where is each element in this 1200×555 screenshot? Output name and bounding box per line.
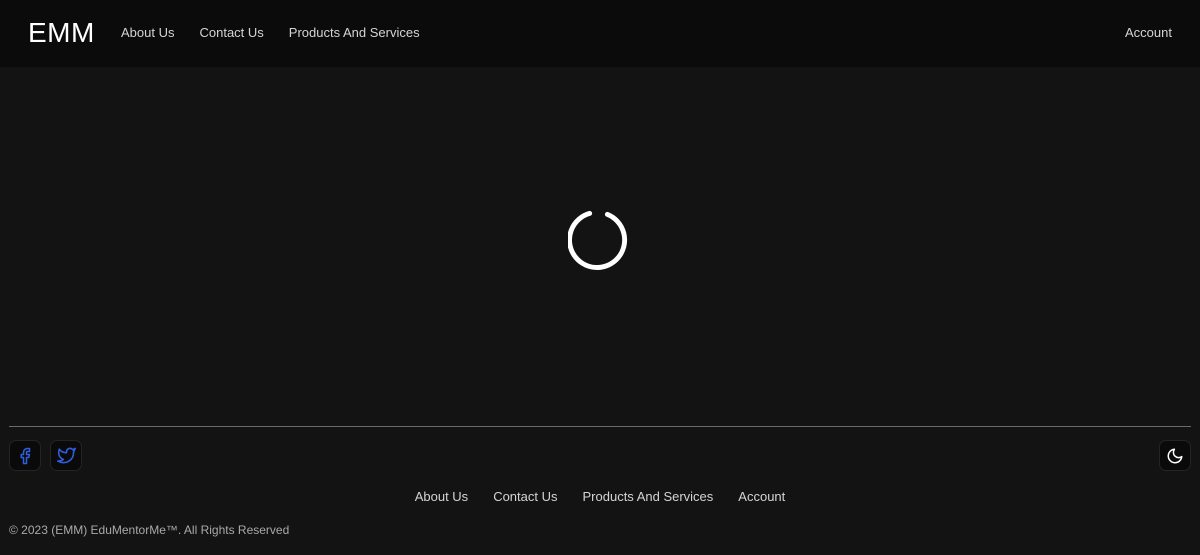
main-content bbox=[0, 67, 1200, 427]
moon-icon bbox=[1167, 448, 1183, 463]
nav-contact-us[interactable]: Contact Us bbox=[199, 24, 263, 42]
footer-nav-contact-us[interactable]: Contact Us bbox=[493, 488, 557, 506]
footer-nav-account[interactable]: Account bbox=[738, 488, 785, 506]
twitter-icon bbox=[56, 447, 76, 464]
social-links bbox=[9, 440, 82, 471]
nav-products-and-services[interactable]: Products And Services bbox=[289, 24, 420, 42]
footer-nav: About Us Contact Us Products And Service… bbox=[0, 488, 1200, 506]
loading-spinner-icon bbox=[568, 210, 628, 270]
nav-about-us[interactable]: About Us bbox=[121, 24, 174, 42]
logo[interactable]: EMM bbox=[28, 14, 95, 52]
footer-nav-about-us[interactable]: About Us bbox=[415, 488, 468, 506]
footer-divider bbox=[9, 426, 1191, 427]
nav-account[interactable]: Account bbox=[1125, 24, 1172, 42]
facebook-button[interactable] bbox=[9, 440, 41, 471]
theme-toggle-button[interactable] bbox=[1159, 440, 1191, 471]
footer-nav-products-and-services[interactable]: Products And Services bbox=[583, 488, 714, 506]
copyright-text: © 2023 (EMM) EduMentorMe™. All Rights Re… bbox=[9, 523, 290, 537]
header-nav: About Us Contact Us Products And Service… bbox=[121, 24, 420, 42]
facebook-icon bbox=[20, 447, 31, 464]
twitter-button[interactable] bbox=[50, 440, 82, 471]
site-header: EMM About Us Contact Us Products And Ser… bbox=[0, 0, 1200, 67]
